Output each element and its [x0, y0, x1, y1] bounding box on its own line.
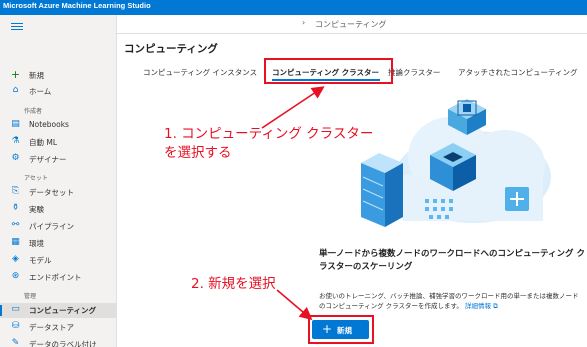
sidebar-item-experiments[interactable]: ⚱ 実験	[0, 202, 116, 217]
sidebar-item-label: データセット	[29, 188, 74, 197]
learn-more-link[interactable]: 詳細情報	[465, 302, 491, 310]
sidebar-item-pipelines[interactable]: ⚯ パイプライン	[0, 219, 116, 234]
model-icon: ◈	[12, 254, 19, 264]
designer-icon: ⚙	[11, 153, 20, 163]
promo-title: 単一ノードから複数ノードのワークロードへのコンピューティング クラスターのスケー…	[319, 249, 585, 272]
sidebar: + 新規 ⌂ ホーム 作成者 ▤ Notebooks ⚗ 自動 ML ⚙ デザイ…	[0, 15, 117, 347]
tab-attached-compute[interactable]: アタッチされたコンピューティング	[458, 67, 578, 78]
environment-icon: ▦	[11, 237, 20, 247]
sidebar-item-label: パイプライン	[29, 222, 74, 231]
labeling-icon: ✎	[11, 338, 20, 347]
compute-cluster-illustration-icon	[361, 99, 551, 227]
promo-description-text: お使いのトレーニング、バッチ推論、補強学習のワークロード用の単一または複数ノード…	[319, 292, 579, 310]
external-link-icon: ⧉	[493, 302, 498, 310]
sidebar-item-label: データストア	[29, 323, 74, 332]
sidebar-item-label: ホーム	[29, 87, 52, 96]
sidebar-item-label: データのラベル付け	[29, 340, 97, 347]
annotation-step-2: 2. 新規を選択	[191, 276, 276, 292]
section-header-author: 作成者	[24, 108, 43, 115]
sidebar-item-label: 実験	[29, 205, 44, 214]
hamburger-menu-icon[interactable]	[11, 23, 23, 30]
tab-inference-clusters[interactable]: 推論クラスター	[388, 67, 440, 78]
experiment-icon: ⚱	[11, 203, 20, 213]
sidebar-item-compute[interactable]: ▭ コンピューティング	[0, 303, 116, 318]
sidebar-item-home[interactable]: ⌂ ホーム	[0, 84, 116, 99]
compute-icon: ▭	[11, 304, 20, 314]
annotation-step-1: 1. コンピューティング クラスター を選択する	[164, 125, 373, 163]
promo-description: お使いのトレーニング、バッチ推論、補強学習のワークロード用の単一または複数ノード…	[319, 291, 585, 311]
sidebar-item-label: 環境	[29, 239, 44, 248]
sidebar-item-label: Notebooks	[29, 120, 69, 129]
sidebar-item-datastores[interactable]: ⛁ データストア	[0, 320, 116, 335]
tab-compute-instances[interactable]: コンピューティング インスタンス	[143, 67, 257, 78]
new-button[interactable]: + 新規	[312, 320, 369, 339]
section-header-assets: アセット	[24, 175, 48, 182]
notebook-icon: ▤	[11, 119, 20, 129]
pipeline-icon: ⚯	[11, 220, 20, 230]
sidebar-item-endpoints[interactable]: ⊛ エンドポイント	[0, 270, 116, 285]
sidebar-item-datasets[interactable]: ⎘ データセット	[0, 185, 116, 200]
sidebar-item-label: 自動 ML	[29, 138, 58, 147]
sidebar-item-labeling[interactable]: ✎ データのラベル付け	[0, 337, 116, 347]
home-icon: ⌂	[12, 85, 19, 95]
sidebar-item-models[interactable]: ◈ モデル	[0, 253, 116, 268]
annotation-step-1-line-1: 1. コンピューティング クラスター	[164, 126, 374, 142]
dataset-icon: ⎘	[11, 186, 20, 196]
annotation-box-clusters-tab	[264, 58, 393, 84]
sidebar-item-label: デザイナー	[29, 155, 67, 164]
endpoint-icon: ⊛	[11, 271, 20, 281]
sidebar-item-designer[interactable]: ⚙ デザイナー	[0, 152, 116, 167]
section-header-manage: 管理	[24, 293, 37, 300]
automl-icon: ⚗	[11, 136, 20, 146]
sidebar-item-label: コンピューティング	[29, 306, 97, 315]
arrow-to-new-button	[276, 289, 313, 321]
annotation-step-1-line-2: を選択する	[164, 145, 232, 161]
page-title: コンピューティング	[124, 43, 218, 55]
plus-icon: +	[10, 68, 21, 81]
sidebar-item-environments[interactable]: ▦ 環境	[0, 236, 116, 251]
chevron-right-icon: ›	[302, 18, 306, 27]
sidebar-item-notebooks[interactable]: ▤ Notebooks	[0, 118, 116, 133]
sidebar-item-new[interactable]: + 新規	[0, 68, 116, 83]
breadcrumb-current[interactable]: コンピューティング	[315, 19, 387, 30]
datastore-icon: ⛁	[11, 321, 20, 331]
sidebar-item-automl[interactable]: ⚗ 自動 ML	[0, 135, 116, 150]
app-title: Microsoft Azure Machine Learning Studio	[3, 1, 151, 10]
arrow-to-tab	[261, 86, 325, 129]
sidebar-item-label: 新規	[29, 71, 44, 80]
plus-icon: +	[322, 322, 333, 336]
sidebar-item-label: モデル	[29, 256, 52, 265]
sidebar-item-label: エンドポイント	[29, 273, 82, 282]
new-button-label: 新規	[337, 326, 352, 335]
app-header: Microsoft Azure Machine Learning Studio	[0, 0, 587, 15]
